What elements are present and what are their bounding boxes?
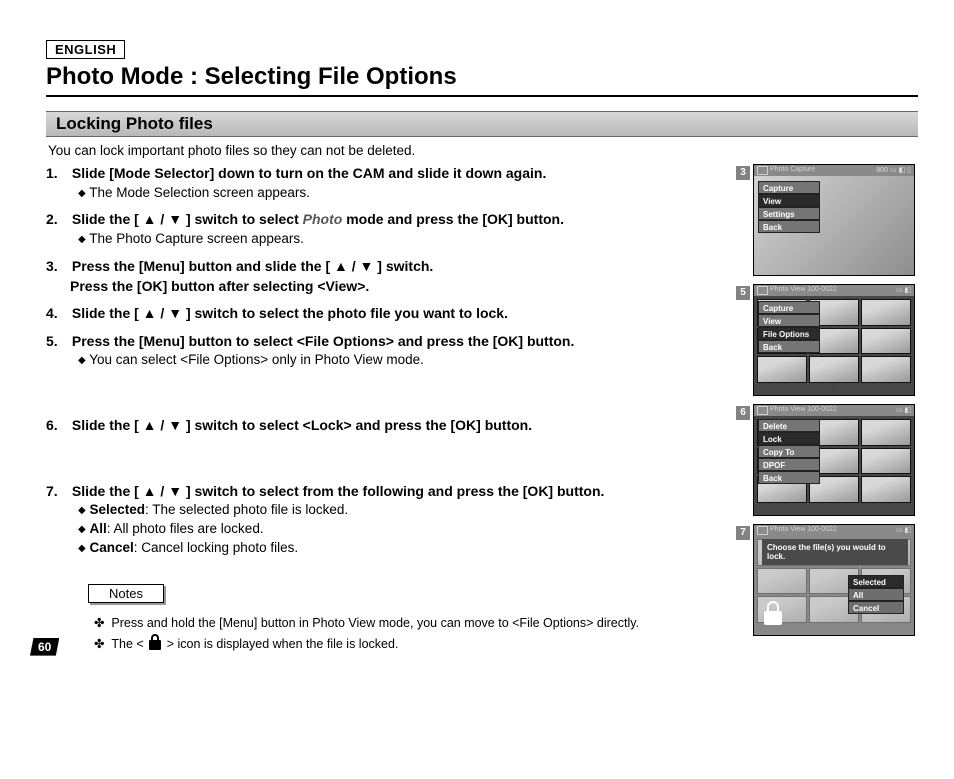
step-title: Slide [Mode Selector] down to turn on th… xyxy=(72,165,546,181)
option-name: Selected xyxy=(89,502,145,517)
step-number: 6. xyxy=(46,416,68,436)
photo-thumb[interactable] xyxy=(861,476,911,503)
option-selected[interactable]: Selected xyxy=(848,575,904,588)
intro-text: You can lock important photo files so th… xyxy=(48,143,918,158)
screenshot-number: 3 xyxy=(736,166,750,180)
lock-icon xyxy=(764,611,782,625)
step-title: Slide the [ ▲ / ▼ ] switch to select xyxy=(72,211,303,227)
option-cancel[interactable]: Cancel xyxy=(848,601,904,614)
steps-list: 1. Slide [Mode Selector] down to turn on… xyxy=(46,164,736,656)
screenshot-column: 3 Photo Capture 800 ▭ ◧ ▯ Capture View S… xyxy=(736,164,918,644)
menu-item-settings[interactable]: Settings xyxy=(758,207,820,220)
step-sub: The Mode Selection screen appears. xyxy=(89,185,310,200)
menu-item-view[interactable]: View xyxy=(758,314,820,327)
menu-item-back[interactable]: Back xyxy=(758,471,820,484)
language-label: ENGLISH xyxy=(46,40,125,59)
step-title: Press the [Menu] button and slide the [ … xyxy=(72,258,433,274)
option-name: Cancel xyxy=(89,540,133,555)
step-number: 1. xyxy=(46,164,68,184)
note-text: > icon is displayed when the file is loc… xyxy=(163,637,398,651)
step-number: 4. xyxy=(46,304,68,324)
step-number: 3. xyxy=(46,257,68,277)
step-sub: You can select <File Options> only in Ph… xyxy=(89,352,424,367)
menu-item-capture[interactable]: Capture xyxy=(758,181,820,194)
screenshot-3: Photo Capture 800 ▭ ◧ ▯ Capture View Set… xyxy=(753,164,915,276)
menu-item-back[interactable]: Back xyxy=(758,340,820,353)
photo-thumb[interactable] xyxy=(861,299,911,326)
note-text: Press and hold the [Menu] button in Phot… xyxy=(111,616,639,630)
screenshot-number: 7 xyxy=(736,526,750,540)
step-number: 2. xyxy=(46,210,68,230)
option-desc: : All photo files are locked. xyxy=(107,521,264,536)
menu-item-lock[interactable]: Lock xyxy=(758,432,820,445)
option-name: All xyxy=(89,521,106,536)
step-title: mode and press the [OK] button. xyxy=(342,211,564,227)
page-title: Photo Mode : Selecting File Options xyxy=(46,63,918,97)
menu-item-delete[interactable]: Delete xyxy=(758,419,820,432)
step-number: 5. xyxy=(46,332,68,352)
option-all[interactable]: All xyxy=(848,588,904,601)
step-emphasis: Photo xyxy=(303,211,343,227)
step-number: 7. xyxy=(46,482,68,502)
screenshot-7: Photo View 100-0022 ▭ ◧ Choose the file(… xyxy=(753,524,915,636)
screen-header: Photo Capture xyxy=(770,166,815,173)
note-text: The < xyxy=(111,637,147,651)
section-heading: Locking Photo files xyxy=(46,111,918,137)
option-desc: : The selected photo file is locked. xyxy=(145,502,348,517)
menu-item-view[interactable]: View xyxy=(758,194,820,207)
screenshot-6: Photo View 100-0022 ▭ ◧ Delete Lock Copy… xyxy=(753,404,915,516)
status-icons: ▭ ◧ xyxy=(896,526,911,534)
status-icons: ▭ ◧ xyxy=(896,286,911,294)
step-title: Slide the [ ▲ / ▼ ] switch to select fro… xyxy=(72,483,605,499)
photo-thumb[interactable] xyxy=(861,448,911,475)
step-sub: The Photo Capture screen appears. xyxy=(89,231,304,246)
step-title: Press the [OK] button after selecting <V… xyxy=(70,278,369,294)
menu-item-file-options[interactable]: File Options xyxy=(758,327,820,340)
notes-label: Notes xyxy=(88,584,164,603)
photo-thumb[interactable] xyxy=(809,356,859,383)
screenshot-number: 5 xyxy=(736,286,750,300)
menu-item-capture[interactable]: Capture xyxy=(758,301,820,314)
screenshot-5: Photo View 100-0022 ▭ ◧ Capture View Fil… xyxy=(753,284,915,396)
screen-header: Photo View 100-0022 xyxy=(770,406,837,413)
notes-list: ✤ Press and hold the [Menu] button in Ph… xyxy=(94,613,724,656)
step-title: Press the [Menu] button to select <File … xyxy=(72,333,574,349)
lock-icon xyxy=(149,640,161,650)
status-icons: 800 ▭ ◧ ▯ xyxy=(876,166,911,174)
screenshot-number: 6 xyxy=(736,406,750,420)
step-title: Slide the [ ▲ / ▼ ] switch to select <Lo… xyxy=(72,417,532,433)
status-icons: ▭ ◧ xyxy=(896,406,911,414)
photo-thumb[interactable] xyxy=(757,356,807,383)
dialog-prompt: Choose the file(s) you would to lock. xyxy=(762,539,908,565)
menu-item-back[interactable]: Back xyxy=(758,220,820,233)
screen-header: Photo View 100-0022 xyxy=(770,286,837,293)
page-number: 60 xyxy=(30,638,59,656)
step-title: Slide the [ ▲ / ▼ ] switch to select the… xyxy=(72,305,508,321)
option-desc: : Cancel locking photo files. xyxy=(134,540,298,555)
photo-thumb[interactable] xyxy=(861,356,911,383)
photo-thumb[interactable] xyxy=(861,419,911,446)
down-arrow-icon: ▼ xyxy=(830,386,839,396)
photo-thumb[interactable] xyxy=(861,328,911,355)
menu-item-copy-to[interactable]: Copy To xyxy=(758,445,820,458)
menu-item-dpof[interactable]: DPOF xyxy=(758,458,820,471)
screen-header: Photo View 100-0022 xyxy=(770,526,837,533)
